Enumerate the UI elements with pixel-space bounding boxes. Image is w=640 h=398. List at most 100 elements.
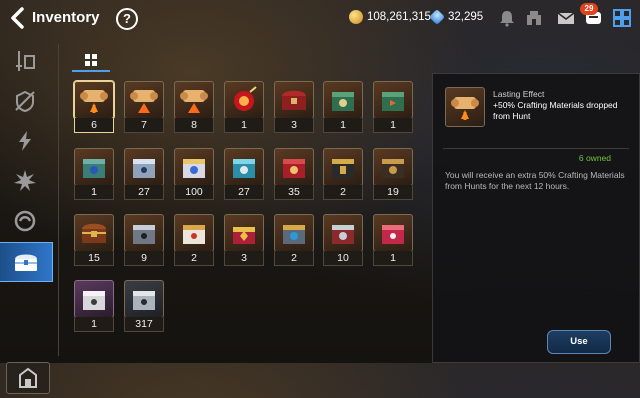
- detail-item-icon: [445, 87, 485, 127]
- use-button[interactable]: Use: [547, 330, 611, 354]
- artifact-burst-icon: [14, 170, 36, 191]
- item-detail-panel: Lasting Effect +50% Crafting Materials d…: [432, 73, 640, 363]
- gold-amount: 108,261,315: [367, 11, 431, 23]
- detail-owned-count: 6 owned: [578, 153, 611, 163]
- item-count: 1: [373, 118, 413, 133]
- item-count: 6: [74, 118, 114, 133]
- item-slot[interactable]: 1: [74, 280, 114, 332]
- item-count: 2: [323, 185, 363, 200]
- item-count: 1: [74, 317, 114, 332]
- sidebar-item-catalysts[interactable]: [0, 202, 52, 240]
- item-slot[interactable]: 1: [323, 81, 363, 133]
- detail-divider: [443, 148, 629, 149]
- catalyst-orb-icon: [14, 210, 36, 232]
- item-slot[interactable]: 1: [373, 81, 413, 133]
- sidebar-item-chests[interactable]: [0, 242, 53, 282]
- cyan-box-icon: [224, 148, 264, 186]
- item-slot[interactable]: 27: [224, 148, 264, 200]
- category-sidebar: [0, 38, 58, 394]
- red-chest-icon: [274, 81, 314, 119]
- item-slot[interactable]: 6: [74, 81, 114, 133]
- menu-grid-icon[interactable]: [612, 8, 632, 28]
- detail-item-effect: +50% Crafting Materials dropped from Hun…: [493, 100, 618, 121]
- lasting-effect-scroll-icon: [74, 81, 114, 119]
- bomb-boost-icon: [224, 81, 264, 119]
- sidebar-divider: [58, 44, 59, 356]
- white-box-icon: [74, 280, 114, 318]
- item-slot[interactable]: 3: [274, 81, 314, 133]
- item-slot[interactable]: 7: [124, 81, 164, 133]
- item-slot[interactable]: 19: [373, 148, 413, 200]
- steel-blue-box-icon: [274, 214, 314, 252]
- item-slot[interactable]: 1: [74, 148, 114, 200]
- detail-item-name: Lasting Effect: [493, 89, 545, 99]
- item-count: 100: [174, 185, 214, 200]
- item-count: 8: [174, 118, 214, 133]
- item-count: 2: [174, 251, 214, 266]
- green-box-icon: [323, 81, 363, 119]
- item-slot[interactable]: 8: [174, 81, 214, 133]
- treasure-chest-icon: [74, 214, 114, 252]
- item-count: 1: [74, 185, 114, 200]
- sidebar-item-artifacts[interactable]: [0, 162, 52, 200]
- item-count: 1: [323, 118, 363, 133]
- grid-view-icon: [85, 54, 97, 66]
- storage-button[interactable]: [6, 362, 50, 394]
- scroll-boost-icon: [124, 81, 164, 119]
- item-slot[interactable]: 10: [323, 214, 363, 266]
- green-blue-box-icon: [74, 148, 114, 186]
- item-slot[interactable]: 2: [274, 214, 314, 266]
- item-slot[interactable]: 2: [174, 214, 214, 266]
- black-gold-box-icon: [323, 148, 363, 186]
- item-count: 1: [224, 118, 264, 133]
- steel-box-icon: [124, 214, 164, 252]
- top-bar: Inventory ? 108,261,315 32,295 29: [0, 0, 640, 36]
- item-slot[interactable]: 1: [224, 81, 264, 133]
- item-count: 1: [373, 251, 413, 266]
- tab-all-items[interactable]: [72, 50, 110, 72]
- gold-blue-box-icon: [174, 148, 214, 186]
- item-slot[interactable]: 2: [323, 148, 363, 200]
- bell-icon[interactable]: [497, 8, 517, 28]
- help-button[interactable]: ?: [116, 8, 138, 30]
- item-slot[interactable]: 317: [124, 280, 164, 332]
- item-slot[interactable]: 15: [74, 214, 114, 266]
- page-title: Inventory: [32, 9, 100, 26]
- detail-description: You will receive an extra 50% Crafting M…: [445, 170, 625, 191]
- hero-sword-icon: [16, 51, 35, 71]
- item-slot[interactable]: 1: [373, 214, 413, 266]
- gold-white-box-icon: [174, 214, 214, 252]
- crystal-amount: 32,295: [448, 11, 484, 23]
- item-count: 2: [274, 251, 314, 266]
- storage-house-icon: [19, 367, 37, 388]
- item-slot[interactable]: 35: [274, 148, 314, 200]
- item-count: 3: [224, 251, 264, 266]
- crystal-icon: [429, 9, 445, 25]
- back-button[interactable]: [8, 6, 28, 30]
- jewel-chest-icon: [224, 214, 264, 252]
- item-count: 9: [124, 251, 164, 266]
- item-slot[interactable]: 100: [174, 148, 214, 200]
- guild-icon[interactable]: [524, 8, 544, 28]
- sidebar-item-unequipped[interactable]: [0, 82, 52, 120]
- item-slot[interactable]: 3: [224, 214, 264, 266]
- item-slot[interactable]: 27: [124, 148, 164, 200]
- dark-gold-box-icon: [373, 148, 413, 186]
- scroll-boost-icon: [174, 81, 214, 119]
- chest-icon: [15, 254, 37, 271]
- item-count: 35: [274, 185, 314, 200]
- sidebar-item-equipment[interactable]: [0, 122, 52, 160]
- silver-box-icon: [124, 148, 164, 186]
- item-count: 27: [224, 185, 264, 200]
- item-slot[interactable]: 9: [124, 214, 164, 266]
- item-count: 10: [323, 251, 363, 266]
- green-box-icon: [373, 81, 413, 119]
- lightning-icon: [19, 131, 31, 151]
- silver-red-box-icon: [323, 214, 363, 252]
- item-count: 7: [124, 118, 164, 133]
- sidebar-item-heroes[interactable]: [0, 42, 52, 80]
- item-count: 317: [124, 317, 164, 332]
- mail-icon[interactable]: [556, 8, 576, 28]
- item-count: 19: [373, 185, 413, 200]
- item-count: 27: [124, 185, 164, 200]
